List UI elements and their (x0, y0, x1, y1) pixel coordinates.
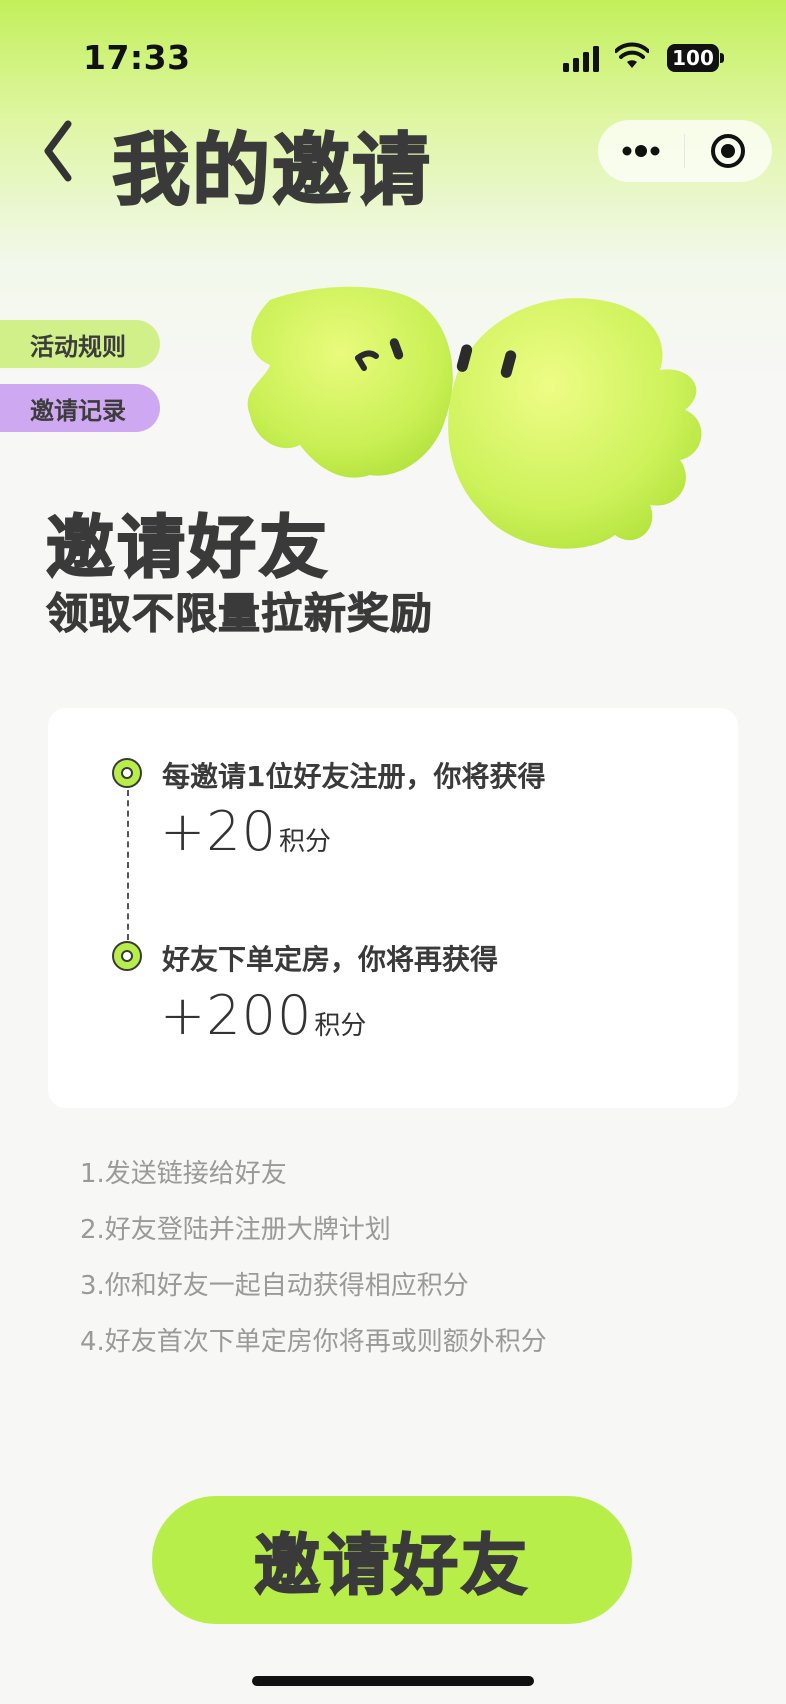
home-indicator[interactable] (252, 1676, 534, 1686)
invite-friends-label: 邀请好友 (253, 1526, 530, 1605)
reward-points: +200 (160, 984, 313, 1047)
timeline-dot-icon (112, 758, 142, 788)
hero-title: 邀请好友 (45, 508, 331, 589)
timeline-connector (127, 790, 129, 940)
more-button[interactable] (598, 120, 684, 182)
reward-unit: 积分 (278, 827, 331, 857)
page-title: 我的邀请 (111, 125, 433, 217)
reward-value: +20 积分 (160, 800, 331, 863)
reward-points: +20 (160, 800, 277, 863)
step-item: 3.你和好友一起自动获得相应积分 (80, 1271, 469, 1301)
battery-tip (720, 53, 724, 63)
step-item: 1.发送链接给好友 (80, 1159, 287, 1189)
step-item: 2.好友登陆并注册大牌计划 (80, 1215, 391, 1245)
reward-label: 好友下单定房，你将再获得 (162, 943, 499, 976)
close-mini-program-button[interactable] (685, 120, 771, 182)
close-mini-program-icon (711, 134, 745, 168)
more-icon (622, 145, 660, 157)
reward-label: 每邀请1位好友注册，你将获得 (162, 760, 546, 793)
back-icon[interactable] (38, 116, 78, 186)
reward-value: +200 积分 (160, 984, 366, 1047)
signal-icon (563, 46, 599, 72)
steps-list: 1.发送链接给好友 2.好友登陆并注册大牌计划 3.你和好友一起自动获得相应积分… (80, 1146, 547, 1370)
status-time: 17:33 (83, 38, 191, 77)
invite-friends-button[interactable]: 邀请好友 (152, 1496, 632, 1624)
battery-icon: 100 (667, 44, 719, 72)
invite-records-tab[interactable]: 邀请记录 (0, 384, 160, 432)
mini-program-capsule (598, 120, 772, 182)
wifi-icon (615, 42, 649, 68)
activity-rules-tab[interactable]: 活动规则 (0, 320, 160, 368)
reward-unit: 积分 (314, 1011, 367, 1041)
hero-subtitle: 领取不限量拉新奖励 (45, 589, 434, 639)
timeline-dot-icon (112, 941, 142, 971)
step-item: 4.好友首次下单定房你将再或则额外积分 (80, 1327, 547, 1357)
